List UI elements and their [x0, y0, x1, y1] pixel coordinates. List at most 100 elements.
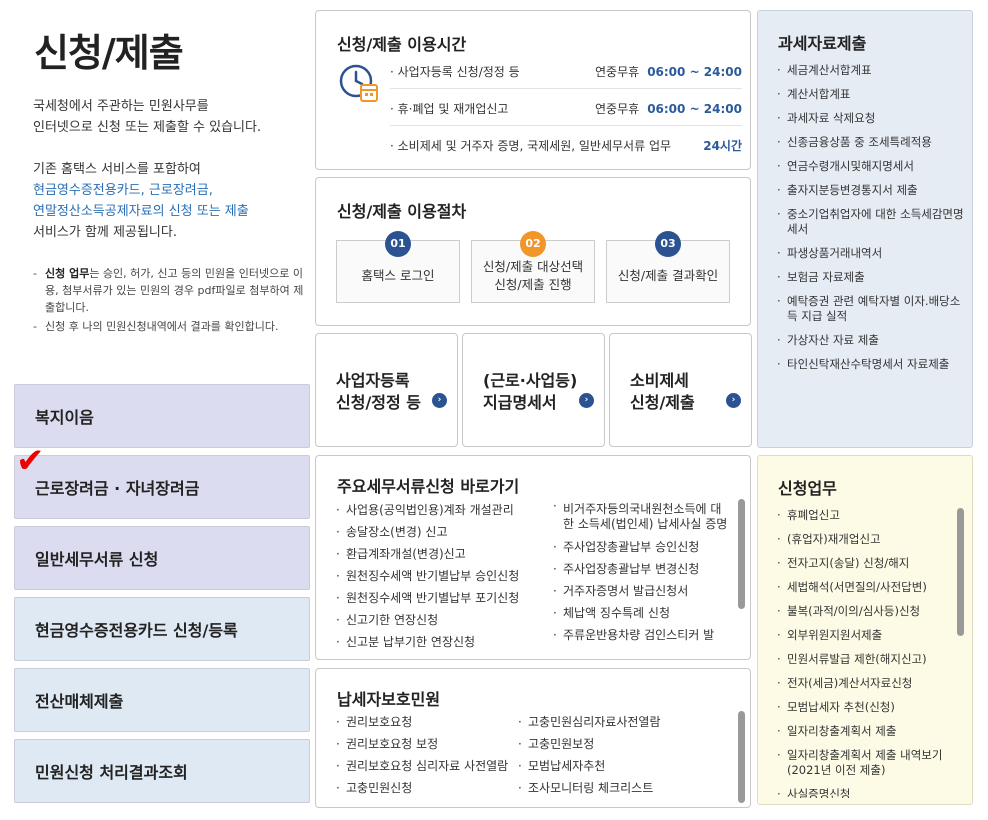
note-item: 신청 후 나의 민원신청내역에서 결과를 확인합니다. — [33, 318, 308, 335]
tax-data-link[interactable]: 계산서합계표 — [776, 87, 966, 102]
button-label: 사업자등록 — [336, 371, 410, 390]
procedure-step: 03 신청/제출 결과확인 — [606, 231, 730, 303]
intro-line-highlight: 현금영수증전용카드, 근로장려금, — [33, 183, 213, 198]
tax-data-link[interactable]: 예탁증권 관련 예탁자별 이자.배당소득 지급 실적 — [776, 294, 966, 324]
shortcut-link[interactable]: 주류운반용차량 검인스티커 발 — [551, 624, 729, 646]
step-label: 신청/제출 진행 — [494, 276, 572, 292]
application-link[interactable]: 세법해석(서면질의/사전답변) — [776, 580, 956, 595]
side-menu-earned-income-credit[interactable]: 근로장려금 · 자녀장려금 — [14, 455, 310, 519]
intro-line: 서비스가 함께 제공됩니다. — [33, 225, 177, 240]
shortcut-link[interactable]: 주사업장총괄납부 승인신청 — [551, 536, 729, 558]
shortcut-link[interactable]: 원천징수세액 반기별납부 포기신청 — [334, 587, 549, 609]
protection-right-list: 고충민원심리자료사전열람 고충민원보정 모범납세자추천 조사모니터링 체크리스트 — [516, 711, 716, 799]
shortcuts-title: 주요세무서류신청 바로가기 — [337, 477, 520, 496]
tax-data-link[interactable]: 신종금융상품 중 조세특례적용 — [776, 135, 966, 150]
shortcut-link[interactable]: 사업용(공익법인용)계좌 개설관리 — [334, 499, 549, 521]
side-menu-result-inquiry[interactable]: 민원신청 처리결과조회 — [14, 739, 310, 803]
application-work-list: 휴폐업신고 (휴업자)재개업신고 전자고지(송달) 신청/해지 세법해석(서면질… — [776, 508, 956, 798]
button-label: (근로·사업등) — [483, 371, 578, 390]
side-menu-cash-receipt-card[interactable]: 현금영수증전용카드 신청/등록 — [14, 597, 310, 661]
tax-data-title: 과세자료제출 — [778, 34, 867, 53]
intro-line: 인터넷으로 신청 또는 제출할 수 있습니다. — [33, 120, 262, 135]
scrollbar-thumb[interactable] — [957, 508, 964, 636]
protection-link[interactable]: 권리보호요청 — [334, 711, 524, 733]
protection-link[interactable]: 조사모니터링 체크리스트 — [516, 777, 716, 799]
application-link[interactable]: 사실증명신청 — [776, 787, 956, 798]
scrollbar-thumb[interactable] — [738, 711, 745, 803]
tax-data-link[interactable]: 파생상품거래내역서 — [776, 246, 966, 261]
tax-data-link[interactable]: 중소기업취업자에 대한 소득세감면명세서 — [776, 207, 966, 237]
tax-data-list: 세금계산서합계표 계산서합계표 과세자료 삭제요청 신종금융상품 중 조세특례적… — [776, 63, 966, 381]
hours-title: 신청/제출 이용시간 — [337, 35, 467, 54]
step-label: 신청/제출 대상선택 — [482, 258, 584, 274]
business-registration-button[interactable]: 사업자등록 신청/정정 등 › — [315, 333, 458, 447]
hours-time: 06:00 ~ 24:00 — [647, 102, 742, 116]
hours-prefix: 연중무휴 — [595, 102, 640, 116]
tax-data-link[interactable]: 보험금 자료제출 — [776, 270, 966, 285]
tax-data-link[interactable]: 과세자료 삭제요청 — [776, 111, 966, 126]
tax-data-link[interactable]: 연금수령개시및해지명세서 — [776, 159, 966, 174]
side-menu-general-docs[interactable]: 일반세무서류 신청 — [14, 526, 310, 590]
arrow-right-icon: › — [432, 393, 447, 408]
application-link[interactable]: 휴폐업신고 — [776, 508, 956, 523]
hours-label: · 사업자등록 신청/정정 등 — [390, 65, 520, 79]
shortcut-link[interactable]: 거주자증명서 발급신청서 — [551, 580, 729, 602]
protection-link[interactable]: 고충민원심리자료사전열람 — [516, 711, 716, 733]
scrollbar-thumb[interactable] — [738, 499, 745, 609]
hours-value: 연중무휴 06:00 ~ 24:00 — [595, 63, 742, 80]
application-link[interactable]: 불복(과적/이의/심사등)신청 — [776, 604, 956, 619]
shortcuts-card: 주요세무서류신청 바로가기 사업용(공익법인용)계좌 개설관리 송달장소(변경)… — [315, 455, 751, 660]
step-number: 03 — [655, 231, 681, 257]
note-bold: 신청 업무 — [45, 267, 90, 280]
step-label: 신청/제출 결과확인 — [617, 267, 719, 283]
application-link[interactable]: (휴업자)재개업신고 — [776, 532, 956, 547]
application-link[interactable]: 민원서류발급 제한(해지신고) — [776, 652, 956, 667]
payment-statement-button[interactable]: (근로·사업등) 지급명세서 › — [462, 333, 605, 447]
protection-link[interactable]: 권리보호요청 심리자료 사전열람 — [334, 755, 524, 777]
shortcut-link[interactable]: 송달장소(변경) 신고 — [334, 521, 549, 543]
shortcut-link[interactable]: 체납액 징수특례 신청 — [551, 602, 729, 624]
shortcut-link[interactable]: 비거주자등의국내원천소득에 대한 소득세(법인세) 납세사실 증명 — [551, 499, 729, 536]
tax-data-link[interactable]: 세금계산서합계표 — [776, 63, 966, 78]
shortcut-link[interactable]: 신고기한 연장신청 — [334, 609, 549, 631]
shortcut-link[interactable]: 환급계좌개설(변경)신고 — [334, 543, 549, 565]
step-number: 02 — [520, 231, 546, 257]
application-link[interactable]: 일자리창출계획서 제출 — [776, 724, 956, 739]
protection-title: 납세자보호민원 — [337, 690, 441, 709]
consumption-tax-button[interactable]: 소비제세 신청/제출 › — [609, 333, 752, 447]
notes: 신청 업무는 승인, 허가, 신고 등의 민원을 인터넷으로 이용, 첨부서류가… — [33, 265, 308, 337]
protection-link[interactable]: 권리보호요청 보정 — [334, 733, 524, 755]
arrow-right-icon: › — [579, 393, 594, 408]
protection-link[interactable]: 고충민원보정 — [516, 733, 716, 755]
button-label: 소비제세 — [630, 371, 689, 390]
protection-link[interactable]: 고충민원신청 — [334, 777, 524, 799]
intro-line-highlight: 연말정산소득공제자료의 신청 또는 제출 — [33, 204, 249, 219]
application-work-title: 신청업무 — [778, 479, 837, 498]
procedure-card: 신청/제출 이용절차 01 홈택스 로그인 02 신청/제출 대상선택 신청/제출… — [315, 177, 751, 326]
application-work-card: 신청업무 휴폐업신고 (휴업자)재개업신고 전자고지(송달) 신청/해지 세법해… — [757, 455, 973, 805]
tax-data-link[interactable]: 타인신탁재산수탁명세서 자료제출 — [776, 357, 966, 372]
application-link[interactable]: 전자(세금)계산서자료신청 — [776, 676, 956, 691]
protection-link[interactable]: 모범납세자추천 — [516, 755, 716, 777]
intro-line: 국세청에서 주관하는 민원사무를 — [33, 99, 209, 114]
shortcut-link[interactable]: 주사업장총괄납부 변경신청 — [551, 558, 729, 580]
side-menu-electronic-media[interactable]: 전산매체제출 — [14, 668, 310, 732]
shortcut-link[interactable]: 신고분 납부기한 연장신청 — [334, 631, 549, 653]
application-link[interactable]: 외부위원지원서제출 — [776, 628, 956, 643]
tax-data-link[interactable]: 출자지분등변경통지서 제출 — [776, 183, 966, 198]
hours-row: · 소비제세 및 거주자 증명, 국제세원, 일반세무서류 업무 24시간 — [390, 137, 742, 162]
shortcut-link[interactable]: 원천징수세액 반기별납부 승인신청 — [334, 565, 549, 587]
application-link[interactable]: 모범납세자 추천(신청) — [776, 700, 956, 715]
note-item: 신청 업무는 승인, 허가, 신고 등의 민원을 인터넷으로 이용, 첨부서류가… — [33, 265, 308, 316]
clock-calendar-icon — [339, 64, 378, 102]
tax-data-link[interactable]: 가상자산 자료 제출 — [776, 333, 966, 348]
shortcuts-right-list: 비거주자등의국내원천소득에 대한 소득세(법인세) 납세사실 증명 주사업장총괄… — [551, 499, 729, 656]
application-link[interactable]: 일자리창출계획서 제출 내역보기(2021년 이전 제출) — [776, 748, 956, 778]
application-link[interactable]: 전자고지(송달) 신청/해지 — [776, 556, 956, 571]
step-number: 01 — [385, 231, 411, 257]
side-menu-welfare[interactable]: 복지이음 — [14, 384, 310, 448]
procedure-title: 신청/제출 이용절차 — [337, 202, 467, 221]
hours-value: 24시간 — [695, 137, 742, 154]
hours-time: 24시간 — [703, 139, 742, 153]
hours-row: · 사업자등록 신청/정정 등 연중무휴 06:00 ~ 24:00 — [390, 63, 742, 89]
